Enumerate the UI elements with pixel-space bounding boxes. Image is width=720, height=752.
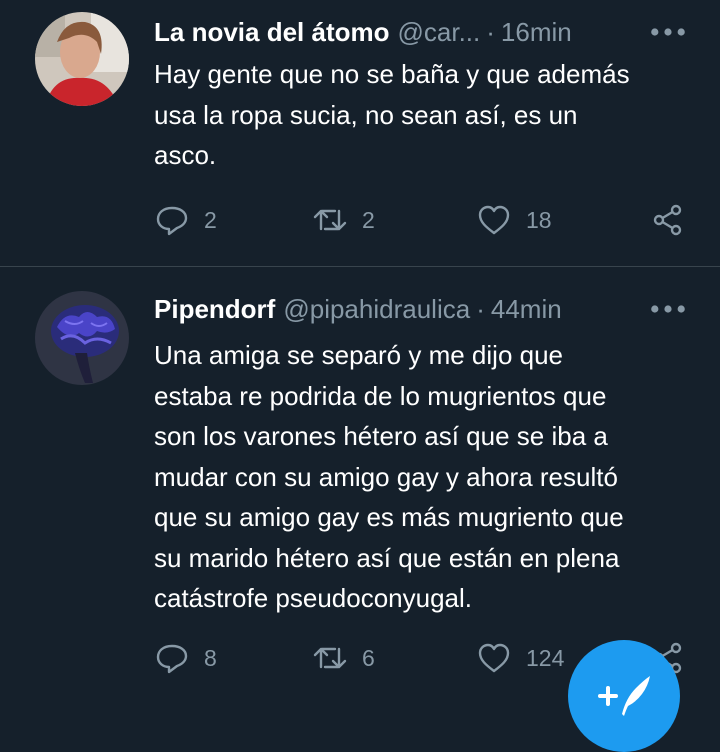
reply-count: 8	[204, 644, 217, 671]
like-count: 124	[526, 644, 565, 671]
retweet-count: 6	[362, 644, 375, 671]
retweet-button[interactable]: 2	[312, 198, 375, 242]
tweet-text: Hay gente que no se baña y que además us…	[154, 59, 630, 170]
tweet-header: La novia del átomo @car... · 16min	[154, 12, 672, 52]
retweet-button[interactable]: 6	[312, 636, 375, 680]
tweet-actions: 2 2 18	[154, 198, 694, 242]
tweet-text: Una amiga se separó y me dijo que estaba…	[154, 340, 624, 613]
heart-icon	[478, 643, 510, 673]
like-button[interactable]: 18	[476, 198, 552, 242]
author-handle[interactable]: @pipahidraulica	[283, 294, 470, 325]
share-icon	[653, 204, 682, 236]
more-options-button[interactable]	[650, 14, 686, 50]
avatar[interactable]	[35, 12, 129, 106]
reply-count: 2	[204, 206, 217, 233]
avatar-image	[35, 12, 129, 106]
author-handle[interactable]: @car...	[398, 17, 481, 48]
author-name[interactable]: La novia del átomo	[154, 17, 390, 48]
avatar-image	[35, 291, 129, 385]
tweet-timestamp[interactable]: 16min	[501, 17, 572, 48]
author-name[interactable]: Pipendorf	[154, 294, 275, 325]
like-button[interactable]: 124	[476, 636, 564, 680]
more-options-button[interactable]	[650, 291, 686, 327]
compose-tweet-button[interactable]	[568, 640, 680, 752]
reply-button[interactable]: 2	[154, 198, 217, 242]
more-icon	[651, 28, 685, 36]
tweet-timestamp[interactable]: 44min	[491, 294, 562, 325]
retweet-count: 2	[362, 206, 375, 233]
reply-icon	[156, 644, 188, 674]
separator-dot: ·	[476, 293, 485, 324]
heart-icon	[478, 205, 510, 235]
separator-dot: ·	[486, 16, 495, 47]
share-button[interactable]	[650, 198, 686, 242]
avatar[interactable]	[35, 291, 129, 385]
retweet-icon	[313, 209, 347, 231]
more-icon	[651, 305, 685, 313]
reply-button[interactable]: 8	[154, 636, 217, 680]
reply-icon	[156, 206, 188, 236]
tweet-header: Pipendorf @pipahidraulica · 44min	[154, 289, 672, 329]
retweet-icon	[313, 647, 347, 669]
like-count: 18	[526, 206, 552, 233]
tweet-1[interactable]: La novia del átomo @car... · 16min Hay g…	[0, 0, 720, 266]
compose-tweet-icon	[598, 676, 650, 716]
